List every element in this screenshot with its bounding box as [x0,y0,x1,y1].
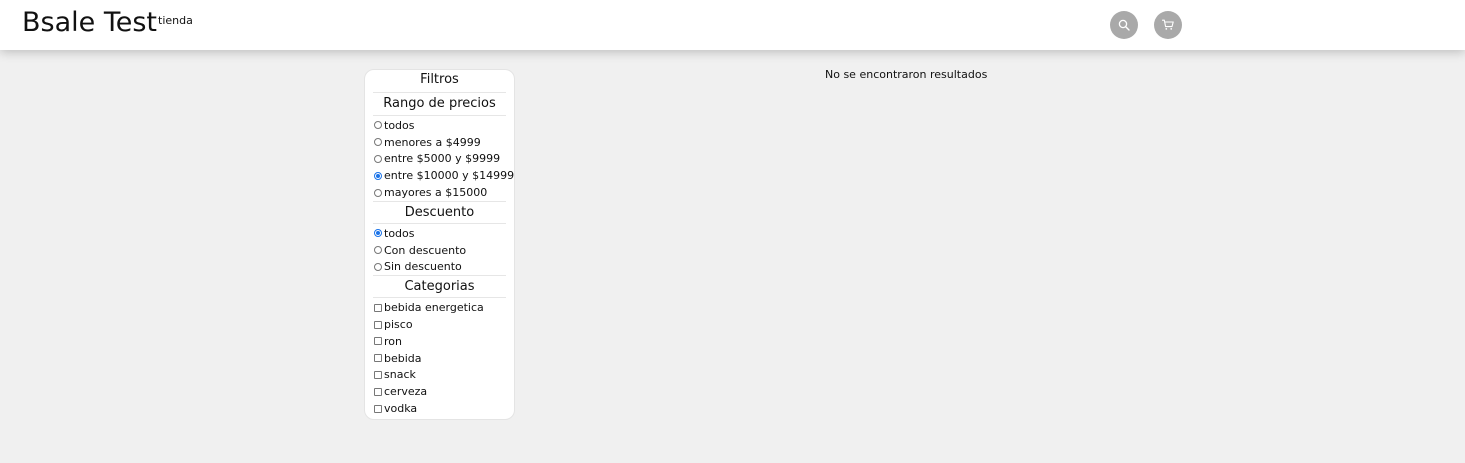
option-label: cerveza [384,385,428,399]
discount-options: todos Con descuento Sin descuento [373,224,506,275]
option-label: Con descuento [384,243,467,257]
cart-button[interactable] [1154,11,1182,39]
filters-title: Filtros [373,70,506,93]
option-label: todos [384,226,415,240]
option-label: bebida [384,351,422,365]
radio-button[interactable] [374,188,382,197]
category-option-vodka[interactable]: vodka [373,400,506,417]
option-label: snack [384,368,416,382]
option-label: todos [384,118,415,132]
filters-panel: Filtros Rango de precios todos menores a… [364,69,515,420]
discount-option-with[interactable]: Con descuento [373,242,506,259]
option-label: pisco [384,318,413,332]
option-label: entre $5000 y $9999 [384,152,501,166]
category-option-snack[interactable]: snack [373,367,506,384]
discount-option-all[interactable]: todos [373,225,506,242]
checkbox[interactable] [374,370,382,379]
checkbox[interactable] [374,337,382,346]
checkbox[interactable] [374,320,382,329]
brand-subtitle: tienda [158,14,193,27]
radio-button[interactable] [374,246,382,255]
brand-logo[interactable]: Bsale Test tienda [22,7,193,39]
price-option-under-4999[interactable]: menores a $4999 [373,134,506,151]
option-label: vodka [384,402,418,416]
top-navbar: Bsale Test tienda [0,0,1465,50]
checkbox[interactable] [374,404,382,413]
checkbox[interactable] [374,387,382,396]
price-option-10000-14999[interactable]: entre $10000 y $14999 [373,167,514,184]
price-range-title: Rango de precios [373,93,506,116]
category-option-bebida-energetica[interactable]: bebida energetica [373,299,506,316]
category-option-bebida[interactable]: bebida [373,350,506,367]
discount-option-without[interactable]: Sin descuento [373,259,506,276]
price-option-all[interactable]: todos [373,117,506,134]
categories-title: Categorias [373,275,506,299]
option-label: Sin descuento [384,260,462,274]
option-label: bebida energetica [384,301,484,315]
price-option-over-15000[interactable]: mayores a $15000 [373,184,506,201]
search-icon [1118,19,1130,31]
category-option-cerveza[interactable]: cerveza [373,383,506,400]
price-range-options: todos menores a $4999 entre $5000 y $999… [373,116,514,201]
radio-button-selected[interactable] [374,171,382,180]
category-option-ron[interactable]: ron [373,333,506,350]
price-option-5000-9999[interactable]: entre $5000 y $9999 [373,151,506,168]
discount-title: Descuento [373,200,506,224]
option-label: menores a $4999 [384,135,481,149]
radio-button-selected[interactable] [374,229,382,238]
search-button[interactable] [1110,11,1138,39]
radio-button[interactable] [374,154,382,163]
checkbox[interactable] [374,354,382,363]
cart-icon [1162,19,1174,30]
radio-button[interactable] [374,262,382,271]
brand-name: Bsale Test [22,7,157,38]
category-option-pisco[interactable]: pisco [373,316,506,333]
category-options: bebida energetica pisco ron bebida snack… [373,298,506,417]
no-results-message: No se encontraron resultados [825,68,988,81]
radio-button[interactable] [374,138,382,147]
radio-button[interactable] [374,121,382,130]
option-label: entre $10000 y $14999 [384,169,515,183]
checkbox[interactable] [374,303,382,312]
option-label: mayores a $15000 [384,186,488,200]
option-label: ron [384,334,402,348]
